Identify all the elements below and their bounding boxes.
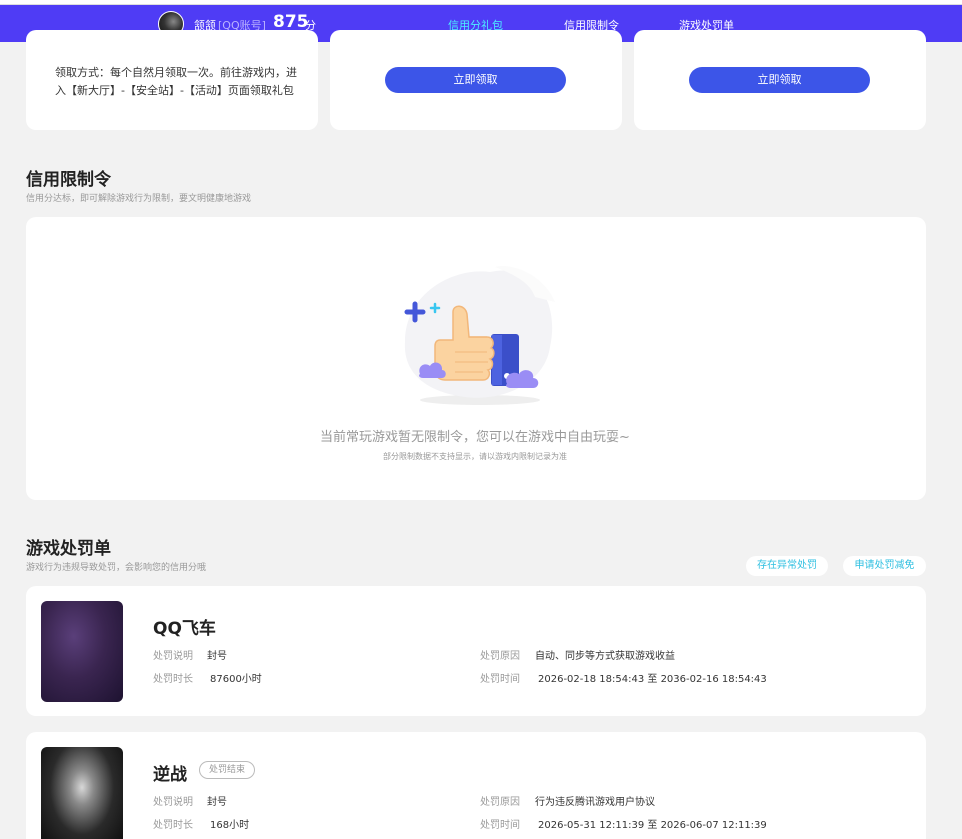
appeal-penalty-button[interactable]: 申请处罚减免 bbox=[843, 556, 926, 576]
penalty-duration-label: 处罚时长 bbox=[153, 820, 193, 831]
claim-button-1[interactable]: 立即领取 bbox=[385, 67, 566, 93]
restriction-subtitle: 信用分达标，即可解除游戏行为限制，要文明健康地游戏 bbox=[26, 194, 252, 204]
penalty-desc-label: 处罚说明 bbox=[153, 797, 193, 808]
penalty-reason-value: 行为违反腾讯游戏用户协议 bbox=[535, 797, 655, 808]
penalty-desc-label: 处罚说明 bbox=[153, 651, 193, 662]
restriction-empty-note: 部分限制数据不支持显示，请以游戏内限制记录为准 bbox=[383, 452, 567, 461]
penalty-time-label: 处罚时间 bbox=[480, 820, 520, 831]
restriction-title: 信用限制令 bbox=[26, 170, 111, 190]
penalty-time-value: 2026-02-18 18:54:43 至 2036-02-16 18:54:4… bbox=[538, 674, 767, 685]
penalty-desc-value: 封号 bbox=[207, 797, 227, 808]
penalty-desc-value: 封号 bbox=[207, 651, 227, 662]
penalty-game-name: QQ飞车 bbox=[153, 619, 216, 639]
credit-score: 875 bbox=[273, 12, 309, 32]
penalty-reason-label: 处罚原因 bbox=[480, 651, 520, 662]
penalty-ended-badge: 处罚结束 bbox=[199, 761, 256, 779]
game-cover-image bbox=[41, 747, 123, 839]
penalty-subtitle: 游戏行为违规导致处罚，会影响您的信用分哦 bbox=[26, 563, 207, 573]
claim-button-2[interactable]: 立即领取 bbox=[689, 67, 870, 93]
game-cover-image bbox=[41, 601, 123, 702]
restriction-empty-message: 当前常玩游戏暂无限制令，您可以在游戏中自由玩耍~ bbox=[320, 430, 630, 445]
gift-claim-method: 领取方式：每个自然月领取一次。前往游戏内，进入【新大厅】-【安全站】-【活动】页… bbox=[55, 66, 297, 97]
abnormal-penalty-button[interactable]: 存在异常处罚 bbox=[746, 556, 828, 576]
penalty-duration-value: 87600小时 bbox=[210, 674, 262, 685]
penalty-duration-label: 处罚时长 bbox=[153, 674, 193, 685]
penalty-game-name: 逆战 bbox=[153, 765, 187, 785]
penalty-duration-value: 168小时 bbox=[210, 820, 250, 831]
penalty-time-label: 处罚时间 bbox=[480, 674, 520, 685]
penalty-reason-value: 自动、同步等方式获取游戏收益 bbox=[535, 651, 675, 662]
penalty-time-value: 2026-05-31 12:11:39 至 2026-06-07 12:11:3… bbox=[538, 820, 767, 831]
penalty-reason-label: 处罚原因 bbox=[480, 797, 520, 808]
penalty-title: 游戏处罚单 bbox=[26, 539, 111, 559]
thumbs-up-illustration bbox=[404, 266, 555, 405]
